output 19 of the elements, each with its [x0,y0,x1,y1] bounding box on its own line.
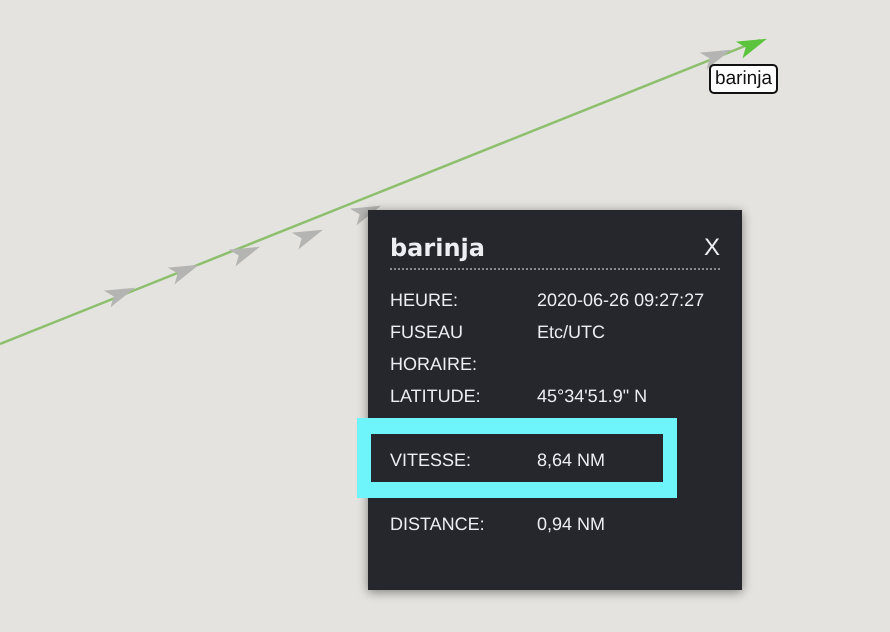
track-point-icon [228,246,260,266]
field-value: 8,64 NM [537,449,606,472]
track-point-icon [292,230,323,250]
track-point-icon [700,50,731,70]
field-value: 45°34'51.9" N [537,385,648,408]
popup-title: barinja [390,234,485,262]
field-value: 2020-06-26 09:27:27 [537,289,704,312]
close-button[interactable]: X [698,234,720,262]
track-point-icon [104,288,135,308]
vessel-label[interactable]: barinja [709,64,778,94]
field-label: DISTANCE: [390,513,486,536]
track-point-icon [168,264,199,284]
field-value: Etc/UTC [537,321,606,344]
field-label: FUSEAU HORAIRE: [390,321,478,376]
field-label: HEURE: [390,289,460,312]
vessel-icon [736,38,767,58]
field-value: 0,94 NM [537,513,606,536]
field-label: VITESSE: [390,449,472,472]
field-label: LATITUDE: [390,385,482,408]
